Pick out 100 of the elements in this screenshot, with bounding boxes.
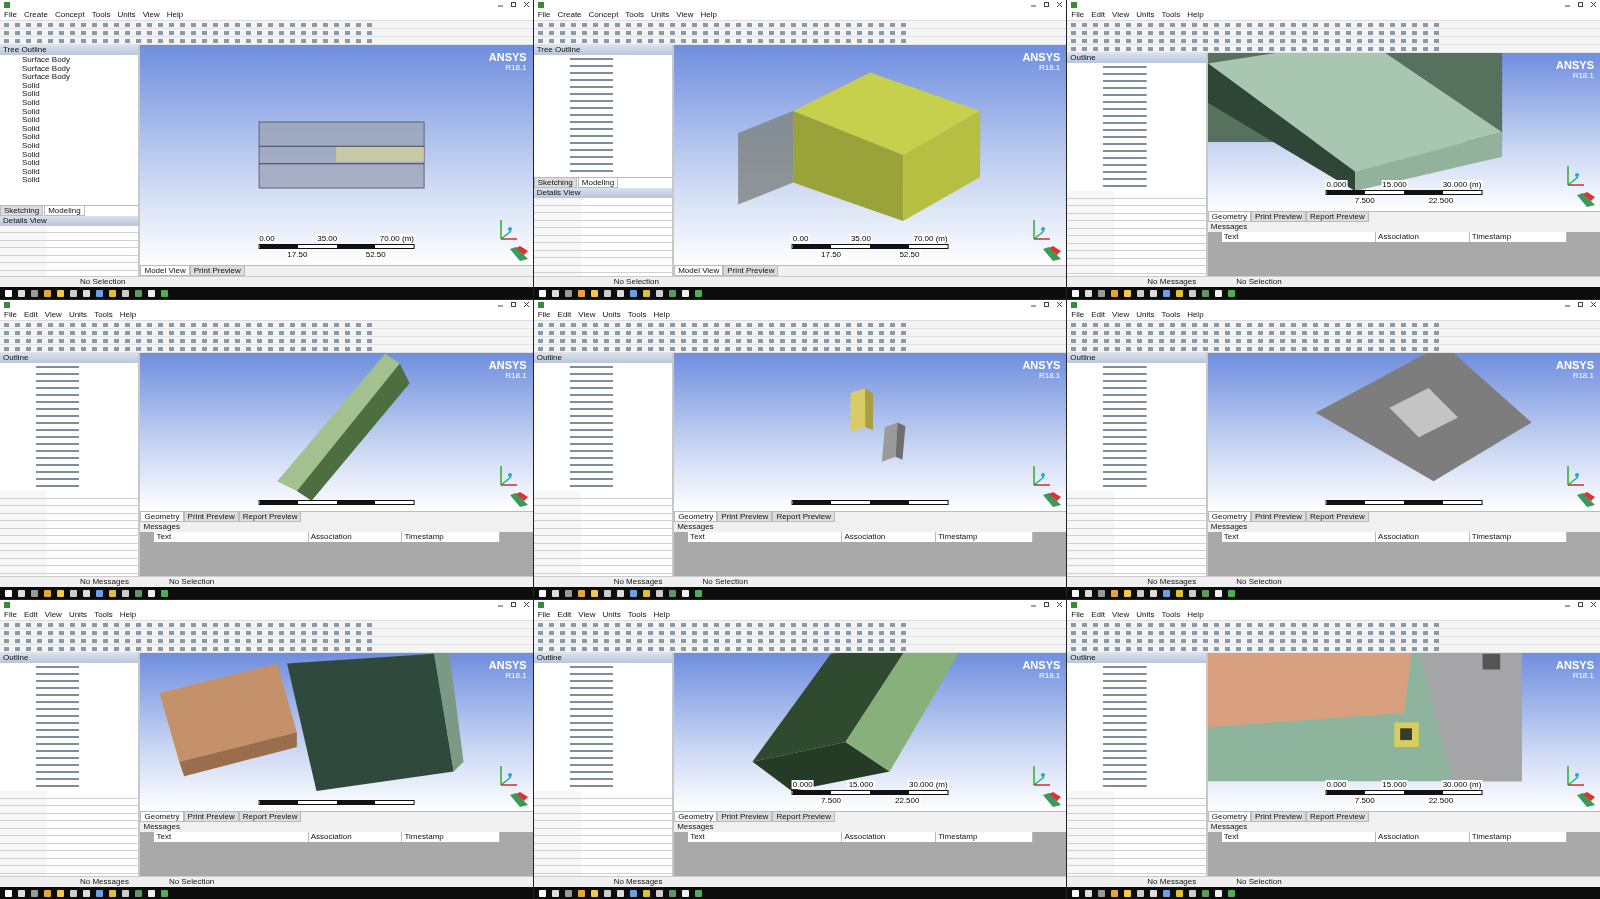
menu-item[interactable]: File xyxy=(4,9,17,20)
tree-item[interactable]: Solid xyxy=(22,167,40,177)
minimize-icon[interactable] xyxy=(1031,302,1037,307)
menu-item[interactable]: File xyxy=(1071,609,1085,620)
tree-item[interactable]: Solid xyxy=(22,107,40,117)
menu-item[interactable]: Units xyxy=(1136,609,1155,620)
tree-item[interactable]: Solid xyxy=(22,124,40,134)
menu-item[interactable]: View xyxy=(1112,9,1130,20)
close-icon[interactable] xyxy=(1057,2,1063,7)
tree-item[interactable]: Solid xyxy=(22,116,40,125)
menu-item[interactable]: Concept xyxy=(54,9,85,20)
close-icon[interactable] xyxy=(1591,602,1596,607)
menu-item[interactable]: Help xyxy=(119,309,137,320)
3d-viewport[interactable]: ANSYS R18.1 0.000 15.000 30.000 (m) 7.500 22.500 xyxy=(674,653,1067,812)
maximize-icon[interactable] xyxy=(510,302,516,307)
tree-item[interactable]: Solid xyxy=(22,176,40,185)
tab[interactable]: Sketching xyxy=(0,205,44,216)
menu-item[interactable]: Help xyxy=(653,609,670,620)
menu-item[interactable]: File xyxy=(1071,309,1085,320)
tab[interactable]: Modeling xyxy=(44,205,85,216)
close-icon[interactable] xyxy=(1057,302,1063,307)
menu-item[interactable]: View xyxy=(44,609,62,620)
tree-item[interactable]: Solid xyxy=(22,98,40,108)
menu-item[interactable]: File xyxy=(537,309,551,320)
menu-item[interactable]: Units xyxy=(602,309,621,320)
close-icon[interactable] xyxy=(1057,602,1063,607)
tree-item[interactable]: Surface Body xyxy=(22,64,71,74)
tree-item[interactable]: Surface Body xyxy=(22,73,71,82)
maximize-icon[interactable] xyxy=(1044,2,1050,7)
menu-item[interactable]: View xyxy=(578,609,596,620)
menu-item[interactable]: Edit xyxy=(1091,9,1105,20)
menu-item[interactable]: Help xyxy=(119,609,137,620)
menu-item[interactable]: Help xyxy=(1187,9,1204,20)
menu-item[interactable]: Tools xyxy=(1161,309,1181,320)
menu-item[interactable]: Units xyxy=(68,309,88,320)
menu-item[interactable]: File xyxy=(4,309,17,320)
minimize-icon[interactable] xyxy=(497,302,503,307)
maximize-icon[interactable] xyxy=(510,602,516,607)
menu-item[interactable]: Create xyxy=(557,9,582,20)
menu-item[interactable]: Tools xyxy=(627,309,647,320)
menu-item[interactable]: Tools xyxy=(1161,9,1181,20)
menu-item[interactable]: Edit xyxy=(1091,309,1105,320)
menu-item[interactable]: Concept xyxy=(588,9,619,20)
close-icon[interactable] xyxy=(523,302,529,307)
menu-item[interactable]: View xyxy=(1112,609,1130,620)
menu-item[interactable]: View xyxy=(44,309,62,320)
maximize-icon[interactable] xyxy=(510,2,516,7)
maximize-icon[interactable] xyxy=(1578,602,1583,607)
menu-item[interactable]: Help xyxy=(653,309,670,320)
menu-item[interactable]: Tools xyxy=(91,9,111,20)
menu-item[interactable]: Create xyxy=(23,9,48,20)
tree-item[interactable]: Solid xyxy=(22,81,40,91)
menu-item[interactable]: View xyxy=(676,9,694,20)
menu-item[interactable]: Edit xyxy=(557,309,572,320)
minimize-icon[interactable] xyxy=(1031,602,1037,607)
menu-item[interactable]: View xyxy=(142,9,160,20)
maximize-icon[interactable] xyxy=(1044,602,1050,607)
minimize-icon[interactable] xyxy=(497,602,503,607)
close-icon[interactable] xyxy=(1591,302,1596,307)
menu-item[interactable]: Help xyxy=(1187,309,1204,320)
tree-item[interactable]: Surface Body xyxy=(22,56,71,65)
menu-item[interactable]: Help xyxy=(1187,609,1204,620)
menu-item[interactable]: Tools xyxy=(627,609,647,620)
menu-item[interactable]: Tools xyxy=(94,309,113,320)
menu-item[interactable]: Edit xyxy=(557,609,572,620)
menu-item[interactable]: Help xyxy=(166,9,184,20)
tree-item[interactable]: Solid xyxy=(22,133,40,142)
tree-item[interactable]: Solid xyxy=(22,150,40,160)
minimize-icon[interactable] xyxy=(1565,2,1570,7)
menu-item[interactable]: Tools xyxy=(625,9,645,20)
minimize-icon[interactable] xyxy=(1031,2,1037,7)
3d-viewport[interactable]: ANSYS R18.1 0.00 35.00 70.00 (m) 17.50 52.50 xyxy=(674,45,1067,265)
tree-item[interactable]: Solid xyxy=(22,90,40,99)
menu-item[interactable]: Units xyxy=(68,609,88,620)
menu-item[interactable]: Edit xyxy=(23,309,38,320)
menu-item[interactable]: Units xyxy=(117,9,136,20)
menu-item[interactable]: View xyxy=(1112,309,1130,320)
3d-viewport[interactable]: ANSYS R18.1 0.000 15.000 30.000 (m) 7.500 22.500 xyxy=(1207,53,1600,212)
menu-item[interactable]: File xyxy=(537,9,551,20)
close-icon[interactable] xyxy=(523,602,529,607)
minimize-icon[interactable] xyxy=(1565,302,1570,307)
menu-item[interactable]: File xyxy=(1071,9,1085,20)
minimize-icon[interactable] xyxy=(497,2,503,7)
menu-item[interactable]: File xyxy=(4,609,17,620)
maximize-icon[interactable] xyxy=(1578,2,1583,7)
menu-item[interactable]: Units xyxy=(651,9,670,20)
3d-viewport[interactable]: ANSYS R18.1 0.000 15.000 30.000 (m) 7.500 22.500 xyxy=(1207,653,1600,812)
menu-item[interactable]: Help xyxy=(700,9,717,20)
tree-item[interactable]: Solid xyxy=(22,159,40,168)
menu-item[interactable]: Edit xyxy=(1091,609,1105,620)
menu-item[interactable]: Tools xyxy=(1161,609,1181,620)
maximize-icon[interactable] xyxy=(1044,302,1050,307)
close-icon[interactable] xyxy=(523,2,529,7)
maximize-icon[interactable] xyxy=(1578,302,1583,307)
close-icon[interactable] xyxy=(1591,2,1596,7)
menu-item[interactable]: Tools xyxy=(94,609,113,620)
minimize-icon[interactable] xyxy=(1565,602,1570,607)
menu-item[interactable]: Edit xyxy=(23,609,38,620)
3d-viewport[interactable]: ANSYS R18.1 0.00 35.00 70.00 (m) 17.50 52.50 xyxy=(140,45,533,265)
menu-item[interactable]: View xyxy=(578,309,596,320)
